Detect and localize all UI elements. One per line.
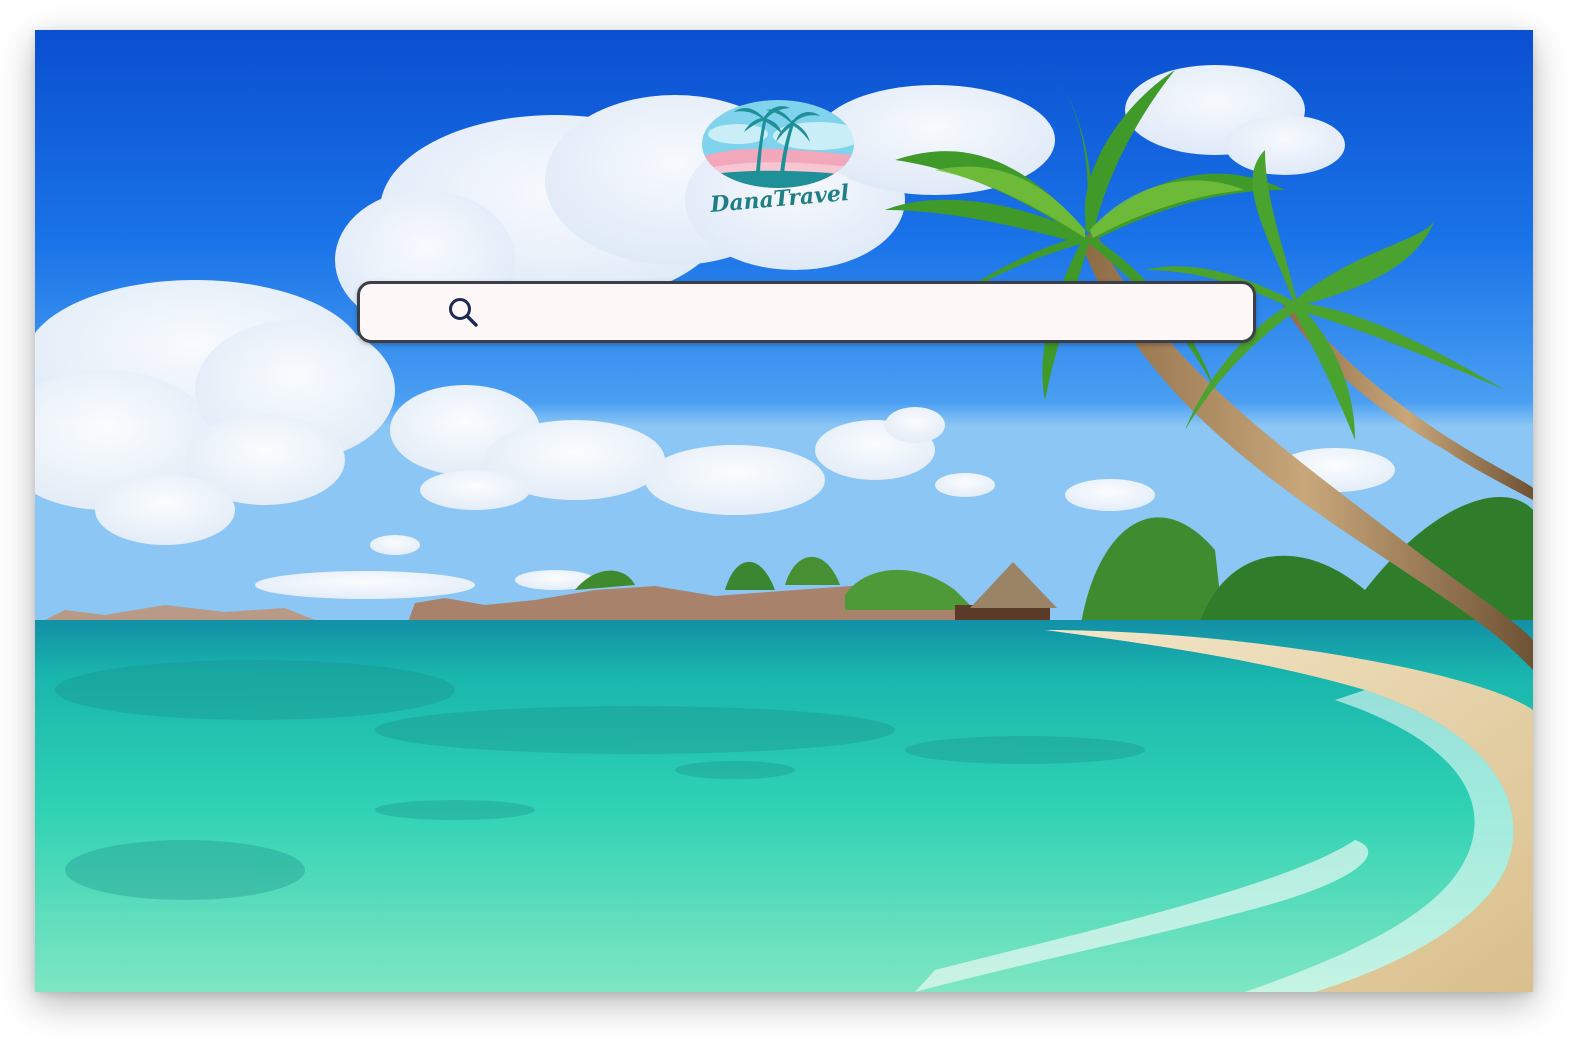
hero-banner: DanaTravel — [35, 30, 1533, 992]
search-input[interactable] — [480, 284, 1253, 340]
logo-wordmark: DanaTravel — [708, 180, 850, 216]
search-icon[interactable] — [446, 295, 480, 329]
search-bar[interactable] — [357, 281, 1256, 343]
danatravel-logo: DanaTravel — [702, 100, 854, 216]
